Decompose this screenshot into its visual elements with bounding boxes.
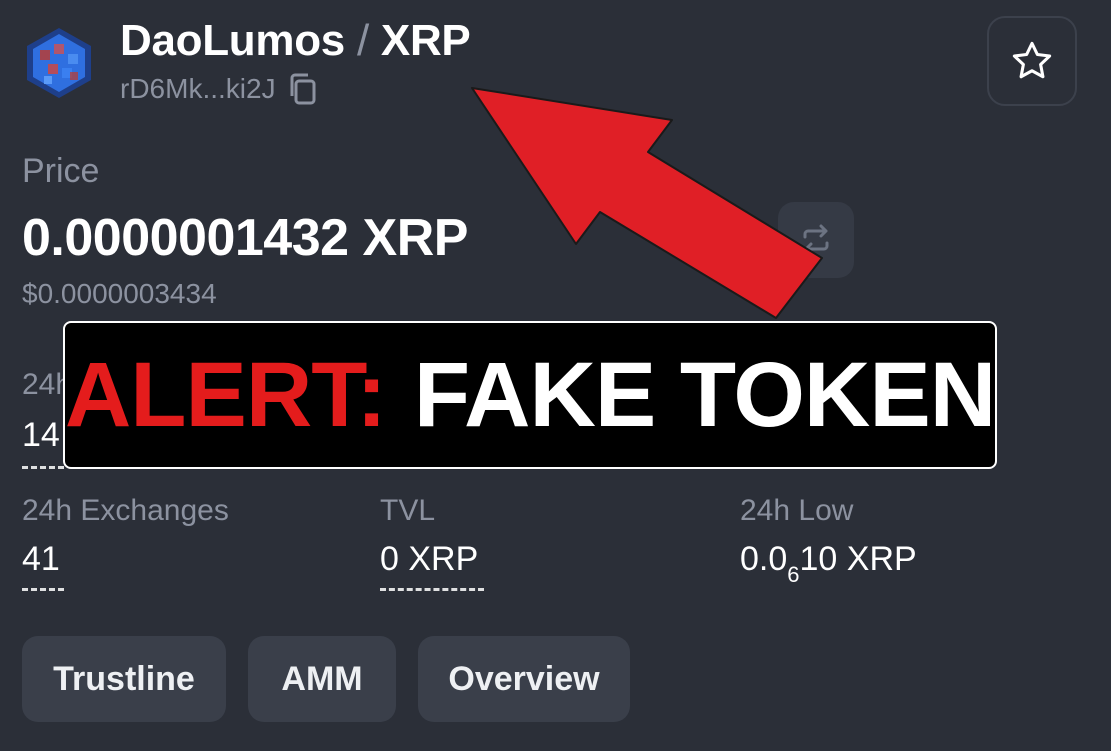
stat-value-tvl[interactable]: 0 XRP [380,540,478,579]
value-underline [22,588,64,591]
value-underline [380,588,484,591]
price-usd: $0.0000003434 [22,278,217,309]
swap-icon [803,224,829,256]
fake-token-alert-banner: ALERT: FAKE TOKEN [63,321,997,469]
stat-label-tvl: TVL [380,494,436,527]
token-title: DaoLumos / XRP [120,16,471,66]
title-separator: / [356,16,369,65]
favorite-button[interactable] [987,16,1077,106]
stat-value-24h: 14 [22,416,60,454]
alert-message: FAKE TOKEN [413,343,996,446]
stat-value-exchanges[interactable]: 41 [22,540,60,579]
token-address-row: rD6Mk...ki2J [120,72,320,106]
price-label: Price [22,152,100,190]
star-icon [1012,41,1052,79]
token-address: rD6Mk...ki2J [120,73,276,104]
quote-currency: XRP [380,16,471,65]
overview-button[interactable]: Overview [418,636,630,722]
low-value-prefix: 0.0 [740,540,788,578]
amm-button[interactable]: AMM [248,636,396,722]
alert-prefix: ALERT: [64,343,387,446]
token-name: DaoLumos [120,16,345,65]
token-logo-icon [22,26,96,100]
stat-label-exchanges: 24h Exchanges [22,494,229,527]
price-value: 0.0000001432 XRP [22,209,468,267]
stat-value-24h-low: 0.0610 XRP [740,540,917,588]
low-value-suffix: 10 XRP [799,540,917,578]
stat-label-24h-low: 24h Low [740,494,854,527]
swap-button[interactable] [778,202,854,278]
low-value-zero-count: 6 [787,562,800,587]
trustline-button[interactable]: Trustline [22,636,226,722]
copy-icon[interactable] [286,72,320,106]
value-underline [22,466,64,469]
